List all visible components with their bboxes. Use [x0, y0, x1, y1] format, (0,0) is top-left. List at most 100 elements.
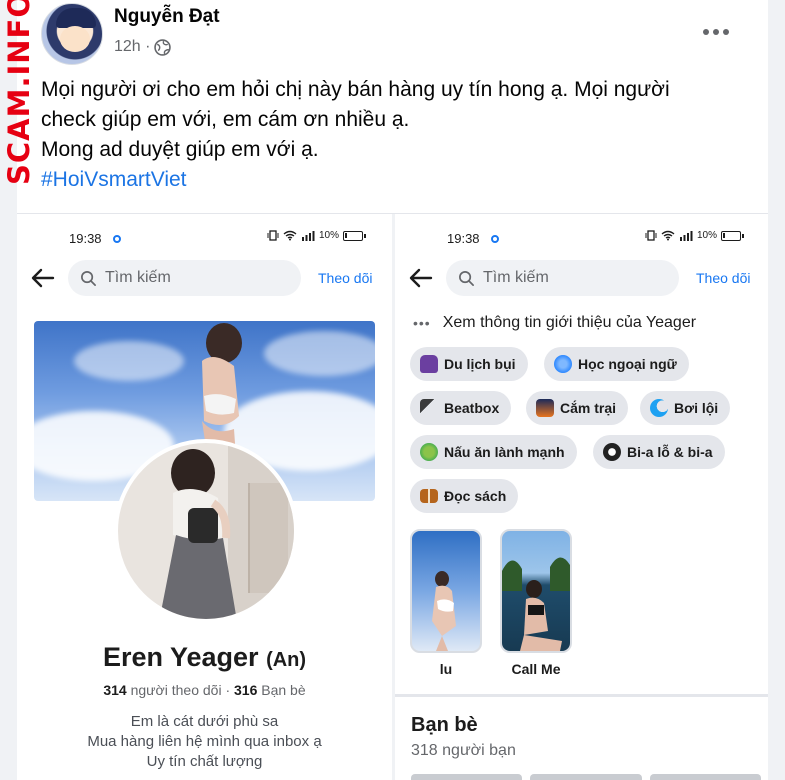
- post-timestamp[interactable]: 12h ·: [114, 38, 172, 56]
- status-icons: 10%: [645, 230, 745, 241]
- interest-chip[interactable]: Cắm trại: [526, 391, 629, 425]
- search-placeholder: Tìm kiếm: [483, 269, 549, 286]
- interest-label: Bi-a lỗ & bi-a: [627, 444, 713, 460]
- book-icon: [420, 489, 438, 503]
- wave-icon: [650, 399, 668, 417]
- see-intro-link[interactable]: ••• Xem thông tin giới thiệu của Yeager: [413, 314, 696, 332]
- featured-collections: lu Call Me: [410, 529, 755, 679]
- featured-thumbnail: [500, 529, 572, 653]
- friends-label[interactable]: Bạn bè: [261, 682, 305, 698]
- profile-person-image: [159, 449, 237, 619]
- microphone-icon: [420, 399, 438, 417]
- more-options-button[interactable]: [701, 18, 731, 46]
- battery-percent: 10%: [319, 230, 340, 241]
- follow-button[interactable]: Theo dõi: [696, 270, 750, 286]
- public-globe-icon: [154, 38, 172, 56]
- interest-label: Bơi lội: [674, 400, 719, 416]
- campfire-icon: [536, 399, 554, 417]
- friends-section-title[interactable]: Bạn bè: [411, 714, 478, 737]
- featured-photo-image: [432, 571, 456, 651]
- vibrate-icon: [267, 230, 279, 241]
- more-dot: [713, 29, 719, 35]
- status-icons: 10%: [267, 230, 367, 241]
- interest-chip[interactable]: Bơi lội: [640, 391, 731, 425]
- friend-thumb[interactable]: [411, 774, 523, 780]
- interest-chip[interactable]: Học ngoại ngữ: [544, 347, 689, 381]
- billiard-ball-icon: [603, 443, 621, 461]
- profile-alt-name: (An): [266, 649, 307, 671]
- search-icon: [81, 270, 96, 286]
- interest-chip[interactable]: Beatbox: [410, 391, 512, 425]
- post-body: Mọi người ơi cho em hỏi chị này bán hàng…: [41, 75, 751, 195]
- interest-label: Nấu ăn lành mạnh: [444, 444, 565, 460]
- friend-thumb[interactable]: [649, 774, 761, 780]
- followers-label[interactable]: người theo dõi ·: [131, 682, 231, 698]
- interest-chip[interactable]: Du lịch bụi: [410, 347, 528, 381]
- wifi-icon: [661, 230, 675, 241]
- interest-label: Beatbox: [444, 400, 500, 416]
- bio-line: Em là cát dưới phù sa: [130, 713, 279, 730]
- interest-chip[interactable]: Bi-a lỗ & bi-a: [593, 435, 725, 469]
- author-avatar[interactable]: [41, 3, 103, 65]
- interest-chip[interactable]: Nấu ăn lành mạnh: [410, 435, 577, 469]
- battery-percent: 10%: [697, 230, 718, 241]
- featured-item[interactable]: Call Me: [500, 529, 572, 677]
- battery-icon: [721, 230, 745, 241]
- friends-count[interactable]: 316: [234, 682, 257, 698]
- globe-icon: [554, 355, 572, 373]
- featured-item[interactable]: lu: [410, 529, 482, 677]
- followers-count[interactable]: 314: [103, 682, 126, 698]
- post-line: check giúp em với, em cám ơn nhiều ạ.: [41, 108, 410, 131]
- search-icon: [459, 270, 474, 286]
- interest-chip[interactable]: Đọc sách: [410, 479, 519, 513]
- screenshot-about[interactable]: 19:38 10% Tìm kiếm Theo dõi ••• Xem thôn…: [395, 214, 768, 780]
- interest-label: Cắm trại: [560, 400, 617, 416]
- signal-icon: [302, 231, 315, 241]
- intro-link-text: Xem thông tin giới thiệu của Yeager: [442, 314, 697, 331]
- status-bar: 19:38 10%: [17, 228, 392, 250]
- profile-name: Eren Yeager (An): [17, 642, 392, 673]
- author-name[interactable]: Nguyễn Đạt: [114, 6, 220, 28]
- vibrate-icon: [645, 230, 657, 241]
- profile-bio: Em là cát dưới phù sa Mua hàng liên hệ m…: [17, 712, 392, 772]
- watermark: SCAM.INFO: [2, 0, 36, 185]
- search-placeholder: Tìm kiếm: [105, 269, 171, 286]
- more-dot: [723, 29, 729, 35]
- profile-photo[interactable]: [114, 439, 298, 623]
- signal-icon: [680, 231, 693, 241]
- follow-button[interactable]: Theo dõi: [318, 270, 372, 286]
- featured-label: Call Me: [511, 661, 561, 677]
- more-horizontal-icon: [703, 29, 709, 35]
- status-indicator-icon: [491, 235, 499, 243]
- search-bar: Tìm kiếm Theo dõi: [17, 258, 392, 298]
- search-input[interactable]: Tìm kiếm: [446, 260, 679, 296]
- cloud-shape: [264, 331, 375, 376]
- back-arrow-icon[interactable]: [409, 268, 433, 288]
- profile-stats: 314 người theo dõi · 316 Bạn bè: [17, 682, 392, 698]
- featured-label: lu: [439, 661, 453, 677]
- avatar-hat-shape: [56, 8, 96, 28]
- status-indicator-icon: [113, 235, 121, 243]
- salad-icon: [420, 443, 438, 461]
- screenshot-profile[interactable]: 19:38 10% Tìm kiếm Theo dõi Eren Yeager …: [17, 214, 392, 780]
- wifi-icon: [283, 230, 297, 241]
- facebook-post-card: Nguyễn Đạt 12h · Mọi người ơi cho em hỏi…: [17, 0, 768, 780]
- watermark-text: SCAM.INFO: [2, 0, 36, 185]
- avatar-face-shape: [60, 26, 90, 52]
- interest-label: Học ngoại ngữ: [578, 356, 677, 372]
- status-time: 19:38: [69, 231, 102, 246]
- back-arrow-icon[interactable]: [31, 268, 55, 288]
- status-bar: 19:38 10%: [395, 228, 768, 250]
- post-line: Mọi người ơi cho em hỏi chị này bán hàng…: [41, 78, 670, 101]
- search-input[interactable]: Tìm kiếm: [68, 260, 301, 296]
- hashtag-link[interactable]: #HoiVsmartViet: [41, 168, 187, 191]
- friends-preview: [411, 774, 761, 780]
- backpack-icon: [420, 355, 438, 373]
- friend-thumb[interactable]: [530, 774, 642, 780]
- bio-line: Mua hàng liên hệ mình qua inbox ạ: [87, 733, 322, 750]
- post-media[interactable]: 19:38 10% Tìm kiếm Theo dõi Eren Yeager …: [17, 213, 768, 780]
- post-line: Mong ad duyệt giúp em với ạ.: [41, 138, 319, 161]
- interest-label: Du lịch bụi: [444, 356, 516, 372]
- post-header: Nguyễn Đạt 12h ·: [17, 0, 768, 70]
- section-divider: [395, 694, 768, 697]
